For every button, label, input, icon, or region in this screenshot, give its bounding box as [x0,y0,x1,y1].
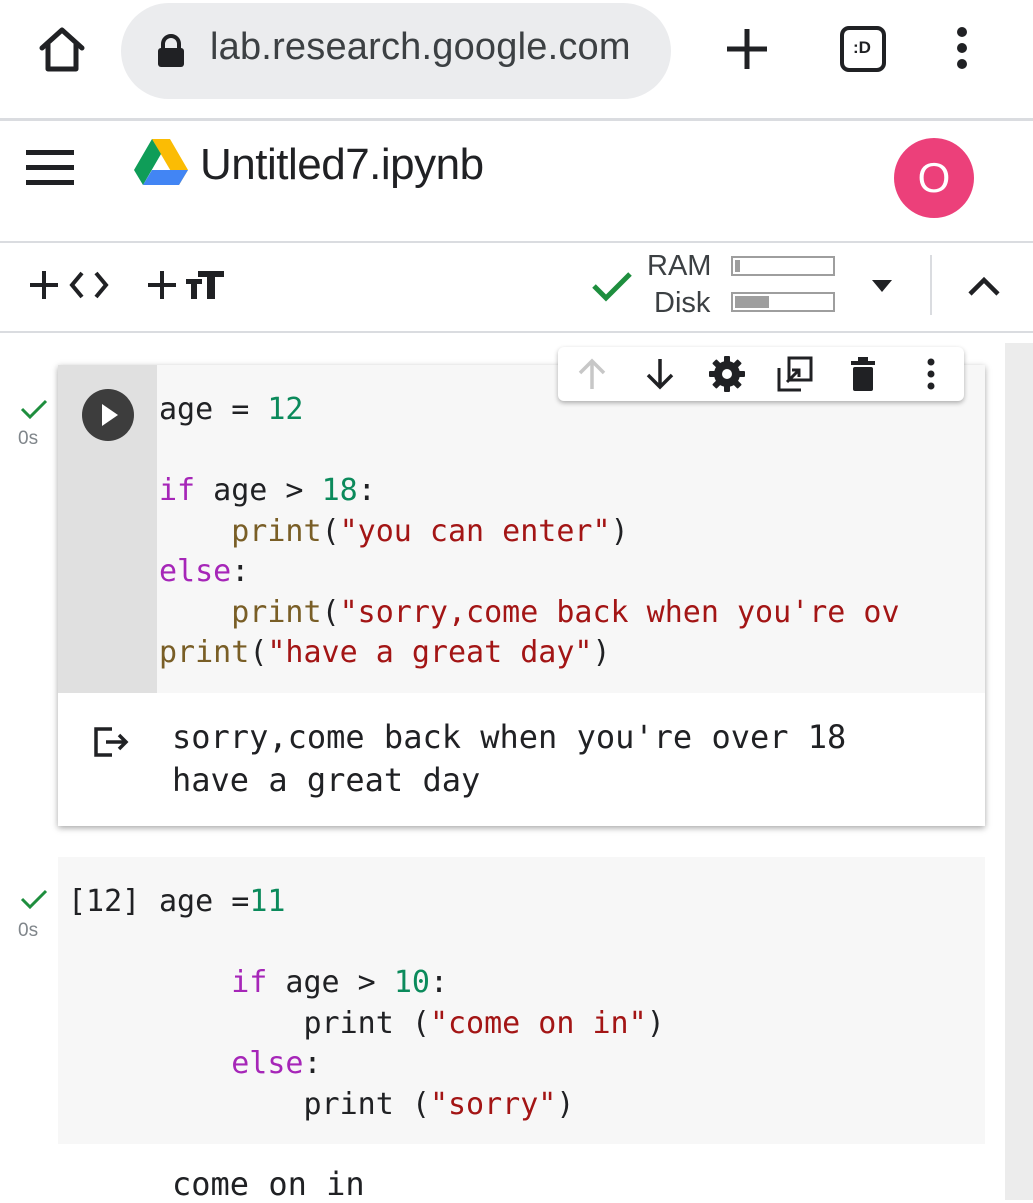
cell-exec-time: 0s [18,920,39,941]
new-tab-plus-icon[interactable] [724,26,770,72]
account-avatar[interactable]: O [894,138,974,218]
ram-usage-fill [735,260,740,272]
code-line-text: if age > 18: [159,473,376,508]
url-text[interactable]: lab.research.google.com [210,26,631,69]
code-line-text: age = 12 [159,392,304,427]
disk-label: Disk [654,287,711,319]
output-exit-icon[interactable] [92,723,132,759]
notebook-title[interactable]: Untitled7.ipynb [200,140,484,190]
cell-output: come on in [172,1165,365,1203]
code-line-text: else: [231,1046,322,1081]
menu-icon[interactable] [26,150,74,188]
connected-check-icon[interactable] [590,268,634,304]
move-down-arrow-icon[interactable] [641,355,679,393]
code-line: age =11 [159,882,964,923]
code-line-text: if age > 10: [231,965,448,1000]
lock-icon[interactable] [154,33,188,69]
code-line: else: [159,552,964,593]
cell-success-check-icon [20,398,48,420]
code-line-text: print ("come on in") [159,1005,665,1041]
disk-usage-meter[interactable] [731,292,835,312]
mirror-cell-icon[interactable] [776,355,814,393]
code-line: if age > 10: [159,963,964,1004]
execution-count: [12] [68,884,141,919]
more-vert-icon[interactable] [950,24,974,72]
code-cell-source[interactable]: age =11 if age > 10: print ("come on in"… [159,882,964,1125]
code-line: print("sorry,come back when you're ov [159,593,964,634]
code-line: else: [159,1044,964,1085]
ram-usage-meter[interactable] [731,256,835,276]
toolbar-divider [930,255,932,315]
output-line: have a great day [172,761,481,799]
code-line: if age > 18: [159,471,964,512]
code-line: print ("come on in") [159,1004,964,1045]
disk-usage-fill [735,296,769,308]
caret-down-icon[interactable] [870,278,894,294]
more-vert-icon[interactable] [912,355,950,393]
cell-action-toolbar [558,347,964,401]
trash-icon[interactable] [844,355,882,393]
code-line: print ("sorry") [159,1085,964,1126]
cell-exec-time: 0s [18,428,39,449]
gear-icon[interactable] [708,355,746,393]
browser-divider [0,118,1033,121]
tab-count: :D [853,38,871,57]
add-code-cell-button[interactable] [26,265,116,305]
output-line: sorry,come back when you're over 18 [172,718,847,756]
code-cell-source[interactable]: age = 12 if age > 18: print("you can ent… [159,390,964,674]
code-line-text: print("you can enter") [231,513,629,549]
code-line-text: else: [159,554,250,589]
code-line-text: print("have a great day") [159,635,611,670]
code-line-text: print("sorry,come back when you're ov [231,594,900,630]
scrollbar[interactable] [1005,343,1033,1200]
add-text-cell-button[interactable] [144,265,234,305]
tab-switcher-button[interactable]: :D [838,24,886,72]
google-drive-logo-icon[interactable] [134,137,188,187]
code-line-text: print ("sorry") [159,1086,575,1122]
code-line-text: age =11 [159,884,286,919]
code-line: print("you can enter") [159,512,964,553]
home-icon[interactable] [34,22,90,78]
code-line: print("have a great day") [159,633,964,674]
move-up-arrow-icon[interactable] [573,355,611,393]
cell-output: sorry,come back when you're over 18 have … [172,716,846,802]
cell-success-check-icon [20,888,48,910]
ram-label: RAM [647,250,712,282]
chevron-up-icon[interactable] [966,274,1002,298]
run-cell-play-icon[interactable] [82,389,134,441]
